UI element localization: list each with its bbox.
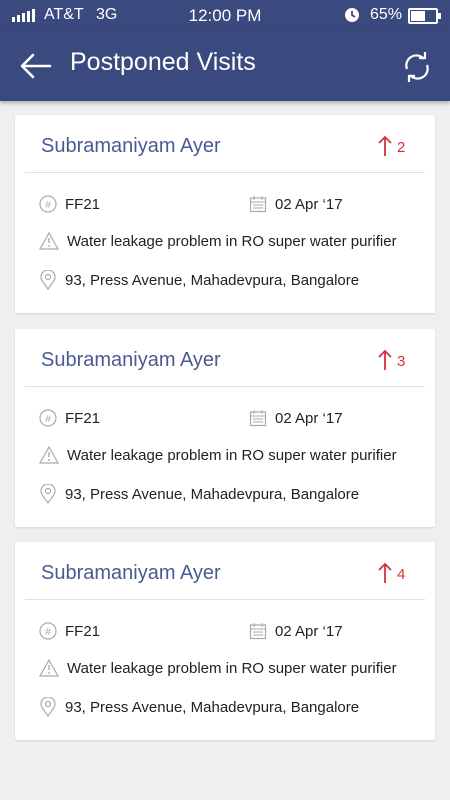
customer-name: Subramaniyam Ayer bbox=[41, 562, 221, 584]
postpone-count: 4 bbox=[397, 566, 406, 583]
visit-card[interactable]: Subramaniyam Ayer 4 # FF21 02 Apr ‘17 Wa… bbox=[15, 542, 435, 740]
visit-date: 02 Apr ‘17 bbox=[249, 622, 343, 640]
warning-icon bbox=[39, 446, 59, 464]
location-pin-icon bbox=[40, 270, 56, 290]
visit-date: 02 Apr ‘17 bbox=[249, 409, 343, 427]
arrow-up-icon bbox=[378, 562, 392, 583]
visit-address: 93, Press Avenue, Mahadevpura, Bangalore bbox=[39, 270, 359, 290]
visit-address-value: 93, Press Avenue, Mahadevpura, Bangalore bbox=[65, 485, 360, 503]
hash-icon: # bbox=[39, 622, 57, 640]
warning-icon bbox=[39, 232, 59, 250]
hash-icon: # bbox=[39, 195, 57, 213]
location-pin-icon bbox=[40, 484, 56, 504]
visit-issue-value: Water leakage problem in RO super water … bbox=[67, 659, 397, 677]
visit-address-value: 93, Press Avenue, Mahadevpura, Bangalore bbox=[65, 698, 360, 716]
postpone-count: 2 bbox=[397, 139, 406, 156]
divider bbox=[25, 599, 425, 600]
calendar-icon bbox=[249, 196, 267, 213]
visit-date: 02 Apr ‘17 bbox=[249, 195, 343, 213]
visit-issue: Water leakage problem in RO super water … bbox=[39, 446, 397, 464]
calendar-icon bbox=[249, 410, 267, 427]
visit-code-value: FF21 bbox=[65, 195, 101, 213]
visit-date-value: 02 Apr ‘17 bbox=[275, 409, 343, 427]
hash-icon: # bbox=[39, 409, 57, 427]
arrow-up-icon bbox=[378, 135, 392, 156]
page-title: Postponed Visits bbox=[70, 48, 256, 76]
divider bbox=[25, 386, 425, 387]
battery-icon bbox=[408, 8, 441, 24]
visit-code: # FF21 bbox=[39, 622, 100, 640]
calendar-icon bbox=[249, 623, 267, 640]
arrow-up-icon bbox=[378, 349, 392, 370]
visit-code-value: FF21 bbox=[65, 622, 101, 640]
customer-name: Subramaniyam Ayer bbox=[41, 349, 221, 371]
visit-card[interactable]: Subramaniyam Ayer 2 # FF21 02 Apr ‘17 Wa… bbox=[15, 115, 435, 313]
visit-issue-value: Water leakage problem in RO super water … bbox=[67, 446, 397, 464]
refresh-icon[interactable] bbox=[402, 52, 432, 82]
customer-name: Subramaniyam Ayer bbox=[41, 135, 221, 157]
visit-date-value: 02 Apr ‘17 bbox=[275, 195, 343, 213]
visit-issue: Water leakage problem in RO super water … bbox=[39, 232, 397, 250]
svg-text:#: # bbox=[45, 200, 51, 211]
visit-issue: Water leakage problem in RO super water … bbox=[39, 659, 397, 677]
visit-date-value: 02 Apr ‘17 bbox=[275, 622, 343, 640]
arrow-left-icon[interactable] bbox=[20, 52, 52, 80]
visit-code: # FF21 bbox=[39, 195, 100, 213]
visit-address-value: 93, Press Avenue, Mahadevpura, Bangalore bbox=[65, 271, 360, 289]
visit-code: # FF21 bbox=[39, 409, 100, 427]
battery-percent: 65% bbox=[370, 6, 403, 23]
svg-text:#: # bbox=[45, 414, 51, 425]
visit-code-value: FF21 bbox=[65, 409, 101, 427]
app-bar: Postponed Visits bbox=[0, 30, 450, 101]
visit-address: 93, Press Avenue, Mahadevpura, Bangalore bbox=[39, 697, 359, 717]
visit-issue-value: Water leakage problem in RO super water … bbox=[67, 232, 397, 250]
postpone-count: 3 bbox=[397, 353, 406, 370]
warning-icon bbox=[39, 659, 59, 677]
visit-address: 93, Press Avenue, Mahadevpura, Bangalore bbox=[39, 484, 359, 504]
location-pin-icon bbox=[40, 697, 56, 717]
visit-card[interactable]: Subramaniyam Ayer 3 # FF21 02 Apr ‘17 Wa… bbox=[15, 329, 435, 527]
svg-text:#: # bbox=[45, 627, 51, 638]
divider bbox=[25, 172, 425, 173]
alarm-icon bbox=[345, 8, 359, 22]
status-bar: AT&T 3G 12:00 PM 65% bbox=[0, 0, 450, 30]
